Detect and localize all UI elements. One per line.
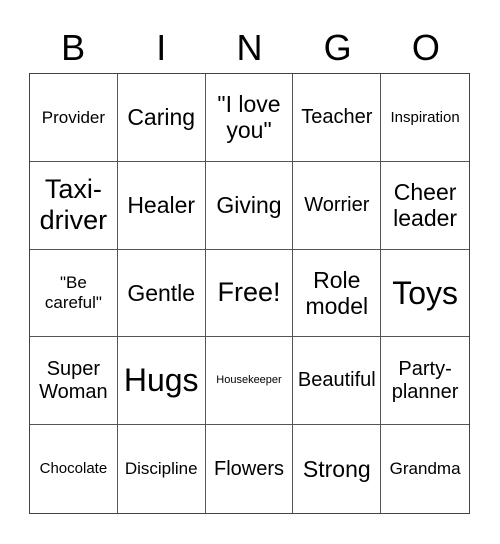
bingo-cell[interactable]: Worrier bbox=[293, 161, 382, 250]
bingo-cell[interactable]: Party-planner bbox=[381, 337, 469, 426]
bingo-card: Provider Caring "I love you" Teacher Inspira… bbox=[29, 73, 470, 514]
bingo-cell[interactable]: Toys bbox=[381, 250, 469, 338]
bingo-header: B I N G O bbox=[29, 24, 470, 72]
bingo-cell[interactable]: Housekeeper bbox=[205, 337, 294, 426]
bingo-cell[interactable]: Role model bbox=[293, 249, 382, 338]
bingo-cell[interactable]: Beautiful bbox=[293, 337, 382, 426]
bingo-cell[interactable]: Discipline bbox=[118, 425, 206, 513]
bingo-cell[interactable]: Caring bbox=[117, 74, 206, 162]
bingo-cell[interactable]: Free! bbox=[205, 249, 294, 338]
bingo-cell[interactable]: Giving bbox=[205, 161, 294, 250]
bingo-cell[interactable]: Hugs bbox=[117, 337, 206, 426]
bingo-cell[interactable]: Teacher bbox=[293, 74, 382, 162]
bingo-cell[interactable]: "I love you" bbox=[205, 74, 294, 162]
bingo-cell[interactable]: "Be careful" bbox=[30, 249, 118, 338]
bingo-cell[interactable]: Taxi-driver bbox=[30, 161, 118, 250]
bingo-cell[interactable]: Healer bbox=[117, 161, 206, 250]
bingo-cell[interactable]: Chocolate bbox=[30, 425, 118, 513]
header-letter-g: G bbox=[323, 27, 352, 68]
bingo-cell[interactable]: Strong bbox=[293, 425, 382, 513]
header-letter-i: I bbox=[156, 27, 167, 68]
bingo-cell[interactable]: Provider bbox=[30, 74, 118, 162]
bingo-cell[interactable]: Gentle bbox=[117, 249, 206, 338]
bingo-cell[interactable]: Grandma bbox=[381, 425, 469, 513]
bingo-cell[interactable]: Inspiration bbox=[381, 74, 469, 162]
bingo-cell[interactable]: Super Woman bbox=[30, 337, 118, 426]
header-letter-o: O bbox=[411, 27, 440, 68]
header-letter-b: B bbox=[61, 27, 86, 68]
header-letter-n: N bbox=[236, 27, 263, 68]
bingo-cell[interactable]: Cheer leader bbox=[381, 162, 469, 250]
bingo-cell[interactable]: Flowers bbox=[206, 425, 294, 513]
